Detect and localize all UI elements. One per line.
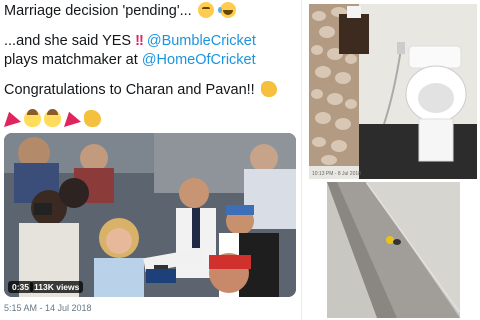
tweet-card: Marriage decision 'pending'... ...and sh… (0, 0, 302, 320)
bathroom-image (309, 4, 477, 179)
mention-bumblecricket[interactable]: @BumbleCricket (147, 33, 256, 49)
video-player[interactable] (4, 133, 296, 297)
clap-emoji-icon (260, 81, 277, 97)
pavement-photo (327, 182, 460, 318)
emoji-row (4, 109, 101, 127)
party-popper-icon (64, 111, 81, 127)
bathroom-photo (309, 4, 477, 179)
photo-timestamp: 10:13 PM - 8 Jul 2018 (312, 171, 361, 177)
mention-homeofcricket[interactable]: @HomeOfCricket (142, 52, 256, 68)
groom-icon (24, 109, 41, 127)
tweet-line-4: Congratulations to Charan and Pavan!! (4, 81, 300, 100)
tweet-line-1: Marriage decision 'pending'... (4, 2, 300, 21)
party-popper-icon (4, 111, 21, 127)
video-views-badge: 113K views (30, 281, 84, 293)
tweet-line-3: plays matchmaker at @HomeOfCricket (4, 52, 256, 68)
video-frame (4, 133, 296, 297)
pavement-image (327, 182, 460, 318)
thinking-emoji-icon (197, 2, 214, 18)
joy-emoji-icon (217, 2, 236, 18)
bride-icon (44, 109, 61, 127)
tweet-text: Marriage decision 'pending'... ...and sh… (4, 2, 300, 100)
tweet-line-2: ...and she said YES !! @BumbleCricket (4, 33, 256, 49)
tweet-timestamp[interactable]: 5:15 AM - 14 Jul 2018 (4, 303, 92, 313)
clap-icon (84, 110, 101, 127)
